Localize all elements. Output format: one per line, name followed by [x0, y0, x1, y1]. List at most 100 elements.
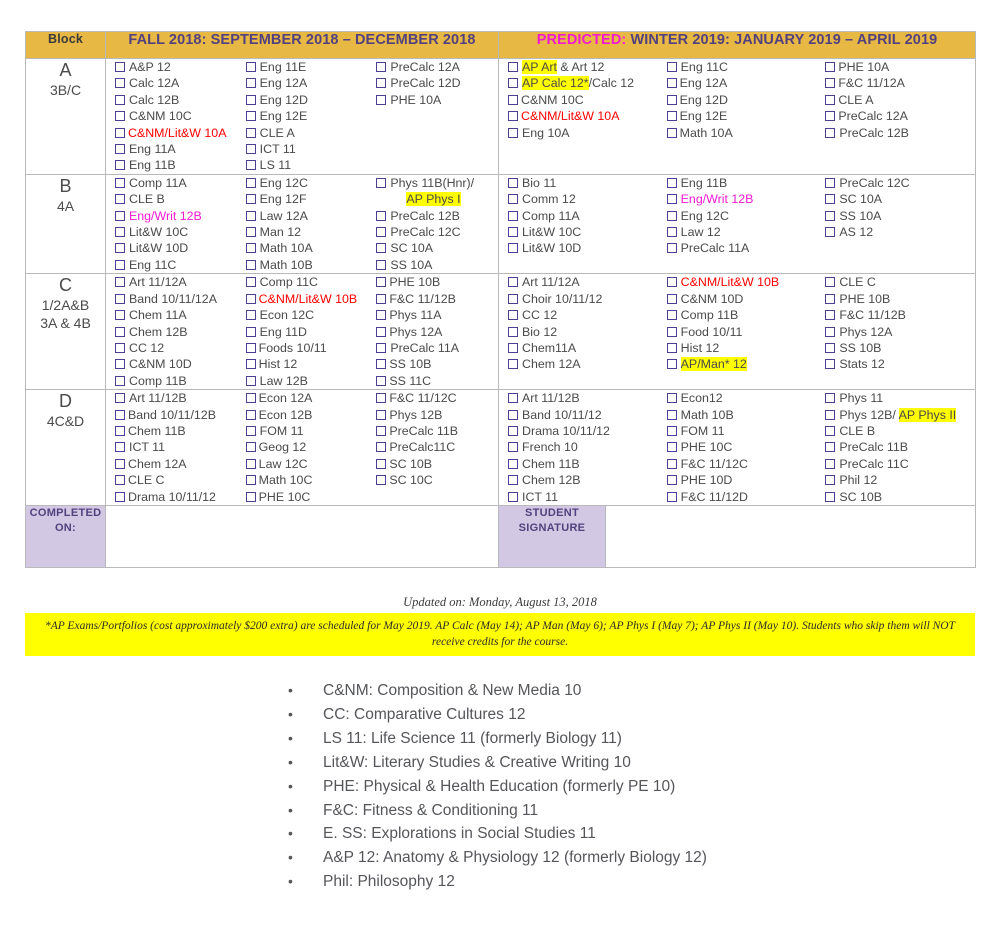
course-item[interactable]: Chem 11A: [115, 307, 237, 323]
course-item[interactable]: Bio 11: [508, 175, 658, 191]
course-item[interactable]: PHE 10D: [666, 472, 817, 488]
course-item[interactable]: C&NM 10C: [115, 108, 237, 124]
course-item[interactable]: PHE 10B: [376, 274, 498, 290]
course-item[interactable]: Math 10C: [245, 472, 368, 488]
course-item[interactable]: Hist 12: [666, 340, 817, 356]
checkbox-icon[interactable]: [376, 359, 387, 370]
course-item[interactable]: Math 10A: [666, 125, 817, 141]
course-item[interactable]: Eng 12C: [245, 175, 368, 191]
course-item[interactable]: Eng 12D: [666, 92, 817, 108]
course-item[interactable]: ICT 11: [115, 439, 237, 455]
course-item[interactable]: C&NM/Lit&W 10B: [245, 291, 368, 307]
checkbox-icon[interactable]: [666, 127, 677, 138]
course-item[interactable]: LS 11: [245, 157, 368, 173]
checkbox-icon[interactable]: [115, 259, 125, 270]
checkbox-icon[interactable]: [666, 78, 677, 89]
course-item[interactable]: PreCalc 11B: [825, 439, 975, 455]
course-item[interactable]: Econ 12B: [245, 407, 368, 423]
checkbox-icon[interactable]: [666, 243, 677, 254]
checkbox-icon[interactable]: [245, 62, 256, 72]
course-item[interactable]: PreCalc 12A: [825, 108, 975, 124]
course-item[interactable]: Band 10/11/12B: [115, 407, 237, 423]
checkbox-icon[interactable]: [666, 442, 677, 453]
course-item[interactable]: Drama 10/11/12: [115, 489, 237, 505]
course-item[interactable]: Geog 12: [245, 439, 368, 455]
course-item[interactable]: Eng 10A: [508, 125, 658, 141]
checkbox-icon[interactable]: [245, 127, 256, 138]
completed-on-field[interactable]: [105, 504, 499, 568]
course-item[interactable]: F&C 11/12D: [666, 489, 817, 505]
course-item[interactable]: SS 10A: [825, 208, 975, 224]
checkbox-icon[interactable]: [115, 442, 125, 453]
course-item[interactable]: SS 10B: [825, 340, 975, 356]
course-item[interactable]: Math 10A: [245, 240, 368, 256]
course-item[interactable]: Phys 12B: [376, 407, 498, 423]
course-item[interactable]: PHE 10C: [666, 439, 817, 455]
course-item[interactable]: Chem 12B: [115, 324, 237, 340]
course-item[interactable]: Eng/Writ 12B: [666, 191, 817, 207]
course-item[interactable]: C&NM 10D: [115, 356, 237, 372]
checkbox-icon[interactable]: [508, 127, 518, 138]
checkbox-icon[interactable]: [245, 111, 256, 122]
checkbox-icon[interactable]: [825, 458, 836, 469]
checkbox-icon[interactable]: [825, 409, 836, 420]
course-item[interactable]: Chem 11B: [115, 423, 237, 439]
course-item[interactable]: CLE B: [825, 423, 975, 439]
checkbox-icon[interactable]: [245, 293, 256, 304]
checkbox-icon[interactable]: [508, 442, 518, 453]
checkbox-icon[interactable]: [376, 259, 387, 270]
checkbox-icon[interactable]: [666, 227, 677, 238]
course-item[interactable]: PreCalc 11B: [376, 423, 498, 439]
course-item[interactable]: Comp 11A: [115, 175, 237, 191]
checkbox-icon[interactable]: [376, 442, 387, 453]
course-item[interactable]: PreCalc 12A: [376, 59, 498, 75]
course-item[interactable]: ICT 11: [245, 141, 368, 157]
checkbox-icon[interactable]: [245, 475, 256, 486]
course-item[interactable]: Eng 12D: [245, 92, 368, 108]
checkbox-icon[interactable]: [376, 475, 387, 486]
checkbox-icon[interactable]: [115, 62, 125, 72]
checkbox-icon[interactable]: [245, 94, 256, 105]
checkbox-icon[interactable]: [245, 375, 256, 386]
course-item[interactable]: CC 12: [508, 307, 658, 323]
checkbox-icon[interactable]: [245, 409, 256, 420]
course-item[interactable]: Comm 12: [508, 191, 658, 207]
course-item[interactable]: SC 10A: [376, 240, 498, 256]
checkbox-icon[interactable]: [825, 293, 836, 304]
checkbox-icon[interactable]: [115, 375, 125, 386]
checkbox-icon[interactable]: [666, 393, 677, 404]
checkbox-icon[interactable]: [666, 475, 677, 486]
course-item[interactable]: Eng 12F: [245, 191, 368, 207]
course-item[interactable]: Stats 12: [825, 356, 975, 372]
course-item[interactable]: PHE 10A: [376, 92, 498, 108]
checkbox-icon[interactable]: [376, 425, 387, 436]
checkbox-icon[interactable]: [825, 227, 836, 238]
checkbox-icon[interactable]: [245, 458, 256, 469]
checkbox-icon[interactable]: [376, 393, 387, 404]
course-item[interactable]: Eng 11E: [245, 59, 368, 75]
checkbox-icon[interactable]: [245, 491, 256, 502]
student-signature-field[interactable]: [604, 504, 977, 568]
course-item[interactable]: Econ 12C: [245, 307, 368, 323]
course-item[interactable]: Calc 12A: [115, 75, 237, 91]
course-item[interactable]: Chem 12A: [115, 456, 237, 472]
checkbox-icon[interactable]: [666, 94, 677, 105]
course-item[interactable]: Eng/Writ 12B: [115, 208, 237, 224]
course-item[interactable]: Art 11/12B: [115, 390, 237, 406]
course-item[interactable]: Chem 12A: [508, 356, 658, 372]
course-item[interactable]: SS 11C: [376, 373, 498, 389]
checkbox-icon[interactable]: [245, 425, 256, 436]
checkbox-icon[interactable]: [245, 326, 256, 337]
checkbox-icon[interactable]: [508, 409, 518, 420]
course-item[interactable]: F&C 11/12B: [376, 291, 498, 307]
course-item[interactable]: C&NM/Lit&W 10A: [115, 125, 237, 141]
course-item[interactable]: PreCalc 11C: [825, 456, 975, 472]
checkbox-icon[interactable]: [245, 442, 256, 453]
course-item[interactable]: Comp 11B: [115, 373, 237, 389]
course-item[interactable]: Drama 10/11/12: [508, 423, 658, 439]
checkbox-icon[interactable]: [825, 491, 836, 502]
course-item[interactable]: Phys 12A: [376, 324, 498, 340]
checkbox-icon[interactable]: [825, 393, 836, 404]
checkbox-icon[interactable]: [115, 326, 125, 337]
checkbox-icon[interactable]: [666, 210, 677, 221]
